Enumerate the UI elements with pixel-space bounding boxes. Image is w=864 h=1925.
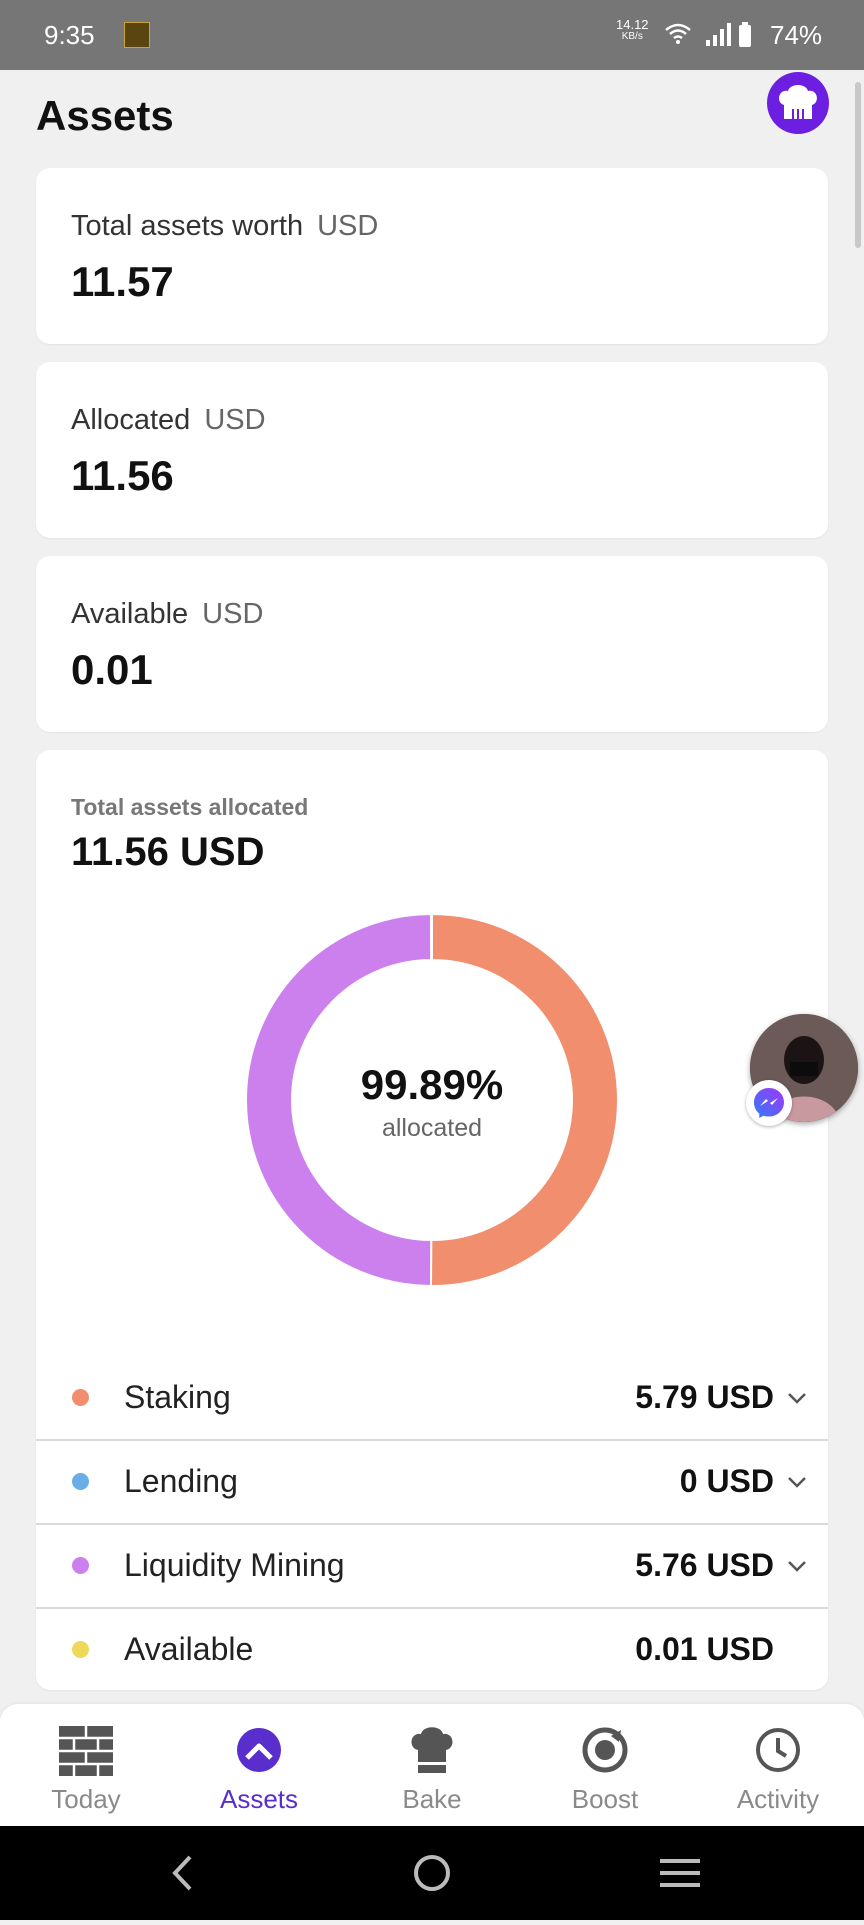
status-time: 9:35 (44, 20, 95, 50)
legend-dot (72, 1641, 89, 1658)
network-speed-unit: KB/s (621, 31, 643, 42)
legend-dot (72, 1389, 89, 1406)
chevron-down-icon[interactable] (784, 1553, 810, 1579)
legend-dot (72, 1473, 89, 1490)
total-assets-card: Total assets worth USD 11.57 (36, 168, 828, 344)
available-card: Available USD 0.01 (36, 556, 828, 732)
total-assets-unit: USD (317, 210, 379, 242)
nav-label-bake: Bake (402, 1784, 462, 1814)
legend-name: Staking (124, 1379, 231, 1415)
brick-wall-icon (59, 1726, 113, 1776)
legend-name: Lending (124, 1463, 238, 1499)
battery-icon (739, 22, 751, 47)
allocation-card: Total assets allocated 11.56 USD 99.89% … (36, 750, 828, 1690)
total-assets-label-text: Total assets worth (71, 210, 304, 242)
profile-button[interactable] (767, 72, 829, 134)
wifi-icon (665, 23, 691, 44)
system-navigation-bar (0, 1826, 864, 1920)
total-assets-label: Total assets worth USD (71, 210, 378, 243)
recents-icon[interactable] (660, 1859, 700, 1887)
donut-slice-available (429, 912, 433, 962)
legend-value: 0.01 USD (635, 1631, 774, 1667)
page-title: Assets (36, 92, 174, 139)
nav-item-today[interactable]: Today (0, 1704, 172, 1826)
chef-hat-icon (779, 85, 817, 119)
bottom-navigation: Today Assets Bake Boost Activity (0, 1704, 864, 1826)
status-bar: 9:35 14.12 KB/s 74% (0, 0, 864, 70)
signal-icon (706, 23, 731, 46)
battery-percent: 74% (770, 20, 823, 50)
allocated-value: 11.56 (71, 452, 174, 499)
legend-name: Available (124, 1631, 254, 1667)
donut-center-percent: 99.89% (360, 1061, 504, 1108)
allocation-title: Total assets allocated (71, 794, 309, 820)
nav-item-assets[interactable]: Assets (173, 1704, 345, 1826)
messenger-icon (746, 1080, 792, 1126)
nav-label-today: Today (51, 1784, 121, 1814)
donut-center-label: allocated (381, 1114, 483, 1142)
legend-row-staking[interactable]: Staking 5.79 USD (36, 1355, 828, 1441)
legend-row-available: Available 0.01 USD (36, 1607, 828, 1691)
app-notification-icon (124, 22, 150, 48)
legend-row-liquidity-mining[interactable]: Liquidity Mining 5.76 USD (36, 1523, 828, 1609)
network-speed: 14.12 KB/s (616, 18, 649, 42)
legend-name: Liquidity Mining (124, 1547, 345, 1583)
legend-value: 5.76 USD (635, 1547, 774, 1583)
chef-hat-icon (411, 1727, 453, 1773)
legend-value: 0 USD (679, 1463, 774, 1499)
available-value: 0.01 (71, 646, 153, 693)
allocation-total: 11.56 USD (71, 830, 265, 874)
legend-row-lending[interactable]: Lending 0 USD (36, 1439, 828, 1525)
nav-item-activity[interactable]: Activity (692, 1704, 864, 1826)
allocated-label-text: Allocated (71, 404, 191, 436)
system-nav-buttons (172, 1855, 700, 1891)
available-label-text: Available (71, 598, 189, 630)
home-icon[interactable] (414, 1855, 450, 1891)
legend-value: 5.79 USD (635, 1379, 774, 1415)
allocated-label: Allocated USD (71, 404, 266, 437)
nav-item-bake[interactable]: Bake (346, 1704, 518, 1826)
allocated-card: Allocated USD 11.56 (36, 362, 828, 538)
nav-label-boost: Boost (571, 1784, 639, 1814)
nav-label-activity: Activity (736, 1784, 820, 1814)
total-assets-value: 11.57 (71, 258, 174, 305)
messenger-logo-icon (754, 1088, 784, 1118)
nav-item-boost[interactable]: Boost (519, 1704, 691, 1826)
clock-icon (756, 1728, 800, 1772)
chevron-down-icon[interactable] (784, 1469, 810, 1495)
assets-chevron-icon (237, 1728, 281, 1772)
status-icons (665, 22, 751, 47)
available-unit: USD (202, 598, 264, 630)
available-label: Available USD (71, 598, 263, 631)
chevron-down-icon[interactable] (784, 1385, 810, 1411)
scrollbar[interactable] (855, 82, 861, 248)
nav-label-assets: Assets (219, 1784, 299, 1814)
legend-dot (72, 1557, 89, 1574)
allocated-unit: USD (204, 404, 266, 436)
back-icon[interactable] (172, 1855, 192, 1891)
network-speed-value: 14.12 (616, 17, 649, 32)
boost-icon (582, 1727, 628, 1773)
